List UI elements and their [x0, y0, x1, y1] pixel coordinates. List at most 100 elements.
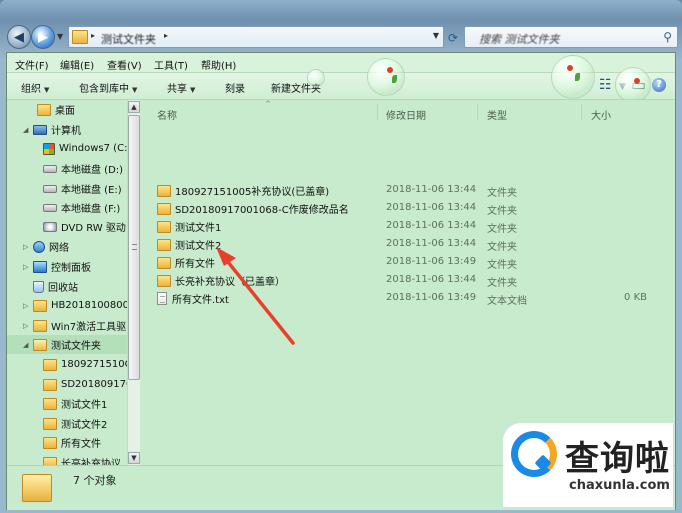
nav-item-drive-f[interactable]: 本地磁盘 (F:): [33, 198, 120, 217]
nav-item-label: 测试文件2: [61, 420, 108, 431]
nav-item-subfolder-sd[interactable]: SD201809170: [33, 375, 132, 394]
menu-view[interactable]: 查看(V): [107, 57, 142, 72]
nav-item-dvd[interactable]: DVD RW 驱动: [33, 217, 126, 236]
file-row[interactable]: 长亮补充协议（已盖章） 2018-11-06 13:44 文件夹: [157, 270, 657, 289]
file-row[interactable]: 180927151005补充协议(已盖章) 2018-11-06 13:44 文…: [157, 180, 657, 199]
nav-item-label: DVD RW 驱动: [61, 223, 126, 234]
nav-item-control-panel[interactable]: ▷ 控制面板: [23, 257, 91, 276]
nav-item-drive-d[interactable]: 本地磁盘 (D:): [33, 159, 123, 178]
collapse-icon[interactable]: ◢: [23, 341, 33, 349]
nav-item-win7-folder[interactable]: ▷ Win7激活工具驱: [23, 316, 126, 335]
recycle-bin-icon: [33, 280, 44, 293]
forward-arrow-icon: ▶: [38, 29, 48, 45]
file-name: 所有文件.txt: [172, 295, 229, 306]
file-row[interactable]: 所有文件.txt 2018-11-06 13:49 文本文档 0 KB: [157, 288, 657, 307]
nav-item-computer[interactable]: ◢ 计算机: [23, 120, 81, 139]
expand-icon[interactable]: ▷: [23, 322, 33, 330]
expand-icon[interactable]: ▷: [23, 243, 33, 251]
nav-item-test-folder[interactable]: ◢ 测试文件夹: [7, 335, 127, 354]
nav-item-label: 测试文件夹: [51, 341, 101, 352]
organize-button[interactable]: 组织 ▼: [21, 80, 49, 95]
menu-help[interactable]: 帮助(H): [201, 57, 236, 72]
column-divider[interactable]: [477, 104, 478, 120]
include-in-library-button[interactable]: 包含到库中 ▼: [79, 80, 137, 95]
berry-decoration-icon: [567, 65, 573, 71]
nav-item-desktop[interactable]: 桌面: [27, 100, 75, 119]
burn-button[interactable]: 刻录: [225, 80, 245, 95]
file-date: 2018-11-06 13:44: [386, 238, 477, 249]
folder-icon: [157, 202, 171, 215]
nav-pane-scrollbar[interactable]: ▲ ▼: [127, 100, 140, 465]
breadcrumb-current-folder[interactable]: 测试文件夹: [101, 31, 156, 47]
menu-edit[interactable]: 编辑(E): [60, 57, 94, 72]
nav-item-subfolder-changliang[interactable]: 长亮补充协议: [33, 453, 121, 465]
share-button[interactable]: 共享 ▼: [167, 80, 195, 95]
file-date: 2018-11-06 13:44: [386, 184, 477, 195]
column-divider[interactable]: [377, 104, 378, 120]
expand-icon[interactable]: ▷: [23, 263, 33, 271]
scroll-down-icon[interactable]: ▼: [128, 452, 140, 464]
file-type: 文件夹: [487, 242, 517, 253]
file-date: 2018-11-06 13:44: [386, 274, 477, 285]
view-options-icon[interactable]: ☷: [599, 77, 612, 93]
folder-icon: [43, 397, 57, 410]
help-icon[interactable]: ?: [652, 78, 666, 92]
file-date: 2018-11-06 13:44: [386, 202, 477, 213]
nav-item-drive-e[interactable]: 本地磁盘 (E:): [33, 179, 122, 198]
file-row[interactable]: 测试文件1 2018-11-06 13:44 文件夹: [157, 216, 657, 235]
nav-item-label: 本地磁盘 (D:): [61, 165, 124, 176]
network-icon: [33, 240, 45, 253]
nav-item-hb-folder[interactable]: ▷ HB2018100800: [23, 296, 129, 315]
watermark-site: chaxunla.com: [569, 478, 670, 493]
search-icon[interactable]: ⚲: [663, 30, 672, 44]
nav-item-label: Windows7 (C:: [59, 143, 128, 154]
scrollbar-thumb[interactable]: [128, 115, 140, 380]
menu-tools[interactable]: 工具(T): [154, 57, 188, 72]
file-type: 文件夹: [487, 224, 517, 235]
bubble-decoration-icon: [551, 55, 595, 99]
scroll-up-icon[interactable]: ▲: [128, 101, 140, 113]
sort-indicator-icon: ^: [265, 100, 271, 108]
column-header-name[interactable]: 名称: [157, 107, 177, 122]
breadcrumb-separator-icon[interactable]: ▸: [91, 31, 95, 40]
address-history-dropdown-icon[interactable]: ▼: [433, 31, 439, 40]
breadcrumb-separator-icon[interactable]: ▸: [164, 31, 168, 40]
nav-item-subfolder-test2[interactable]: 测试文件2: [33, 414, 107, 433]
nav-item-label: 本地磁盘 (E:): [61, 185, 122, 196]
menu-file[interactable]: 文件(F): [15, 57, 49, 72]
back-button[interactable]: ◀: [7, 25, 31, 49]
file-type: 文件夹: [487, 206, 517, 217]
windows-drive-icon: [43, 142, 55, 155]
drive-icon: [43, 164, 57, 173]
file-size: 0 KB: [624, 292, 647, 303]
forward-button[interactable]: ▶: [31, 25, 55, 49]
file-date: 2018-11-06 13:44: [386, 220, 477, 231]
search-placeholder: 搜索 测试文件夹: [479, 33, 560, 46]
recent-pages-dropdown[interactable]: ▼: [57, 32, 63, 41]
file-row[interactable]: 所有文件 2018-11-06 13:49 文件夹: [157, 252, 657, 271]
refresh-icon[interactable]: ⟳: [448, 31, 458, 45]
nav-item-subfolder-all[interactable]: 所有文件: [33, 433, 101, 452]
nav-item-network[interactable]: ▷ 网络: [23, 237, 69, 256]
chevron-down-icon: ▼: [132, 86, 138, 94]
expand-icon[interactable]: ◢: [23, 126, 33, 134]
search-input[interactable]: 搜索 测试文件夹 ⚲: [464, 26, 678, 48]
nav-item-recycle-bin[interactable]: 回收站: [23, 277, 78, 296]
nav-item-label: 计算机: [51, 126, 81, 137]
nav-item-drive-c[interactable]: Windows7 (C:: [33, 139, 127, 158]
address-row: ◀ ▶ ▼ ▸ 测试文件夹 ▸ ▼ ⟳ 搜索 测试文件夹 ⚲: [0, 22, 682, 52]
column-header-type[interactable]: 类型: [487, 107, 507, 122]
address-bar[interactable]: ▸ 测试文件夹 ▸ ▼: [68, 26, 444, 48]
column-header-size[interactable]: 大小: [591, 107, 611, 122]
expand-icon[interactable]: ▷: [23, 302, 33, 310]
nav-item-label: 控制面板: [51, 263, 91, 274]
text-file-icon: [157, 292, 167, 305]
column-header-date[interactable]: 修改日期: [386, 107, 426, 122]
file-row[interactable]: SD20180917001068-C作废修改品名 2018-11-06 13:4…: [157, 198, 657, 217]
file-row[interactable]: 测试文件2 2018-11-06 13:44 文件夹: [157, 234, 657, 253]
berry-decoration-icon: [634, 78, 640, 84]
nav-item-subfolder-1809[interactable]: 1809271510C: [33, 355, 132, 374]
file-date: 2018-11-06 13:49: [386, 256, 477, 267]
column-divider[interactable]: [581, 104, 582, 120]
nav-item-subfolder-test1[interactable]: 测试文件1: [33, 394, 107, 413]
